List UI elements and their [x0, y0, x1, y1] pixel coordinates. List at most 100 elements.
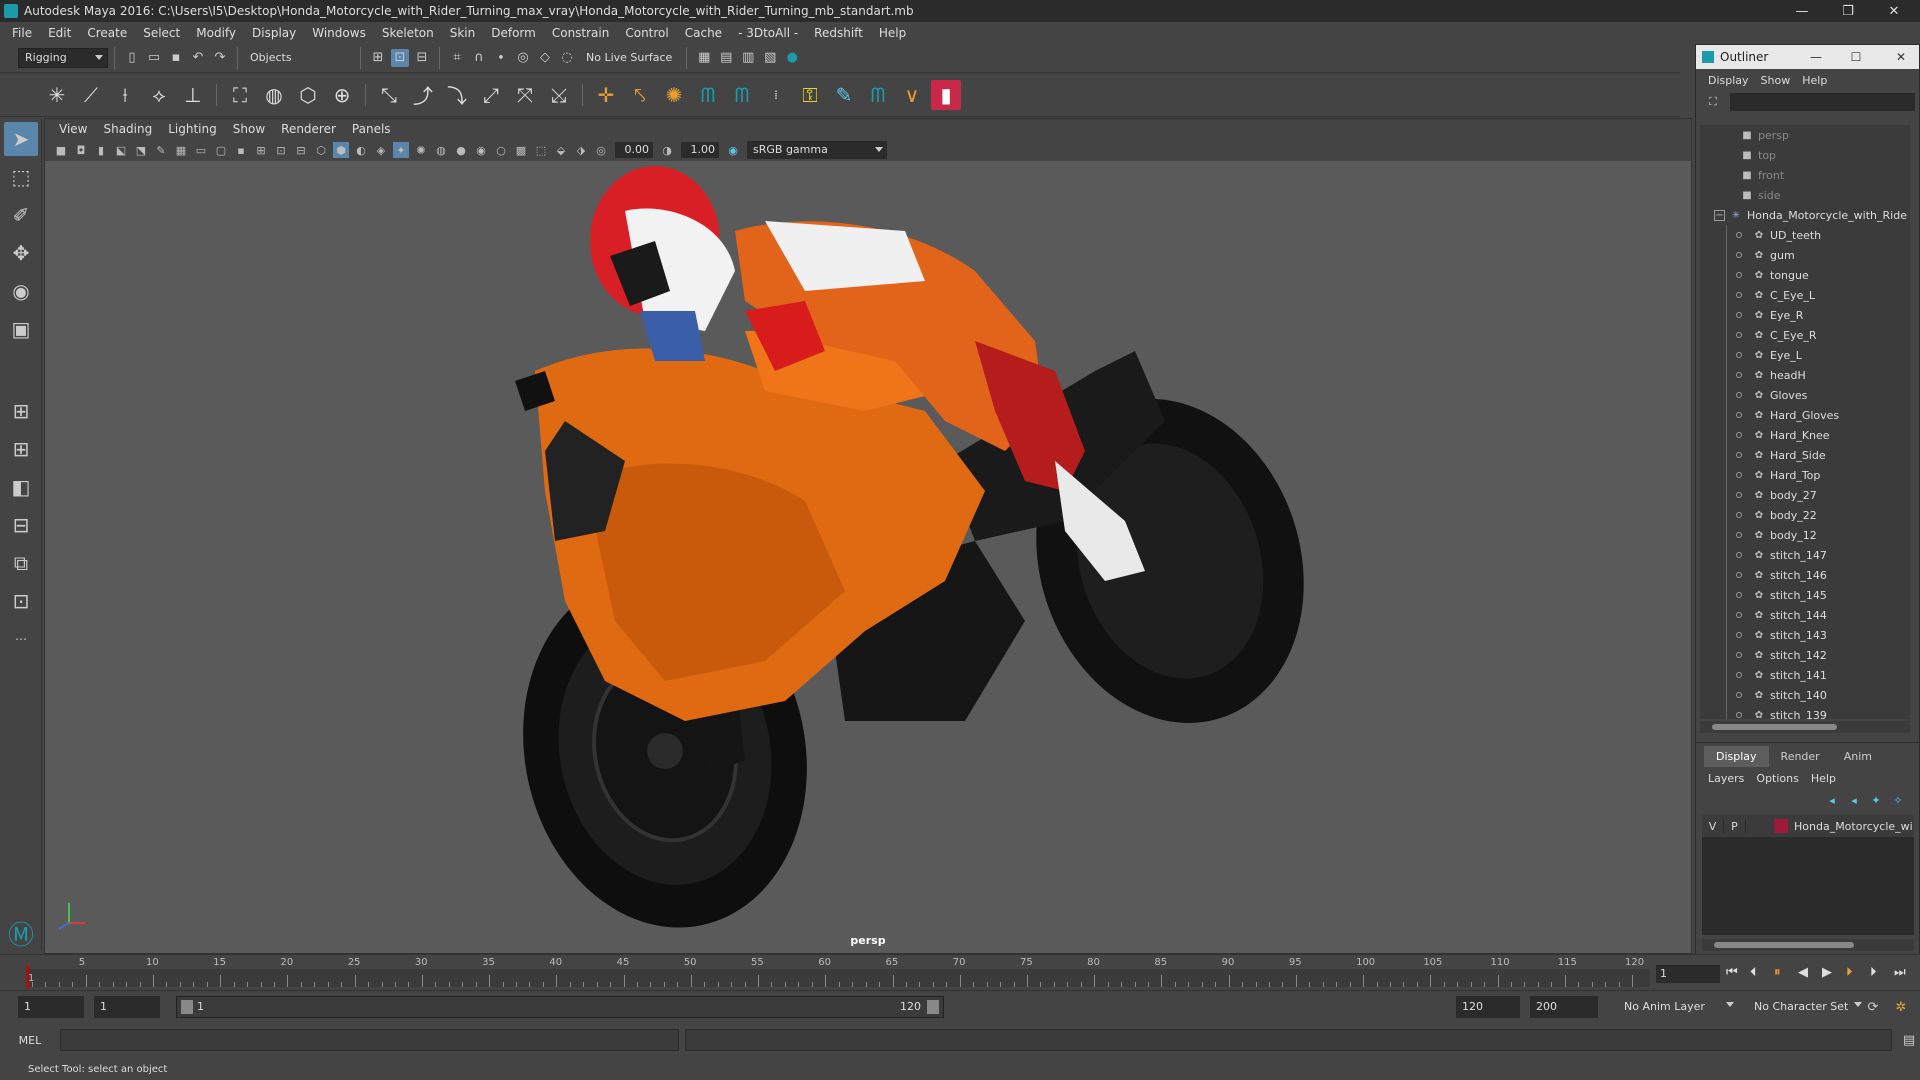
multisample-aa-icon[interactable]: ◉	[473, 142, 489, 158]
ik-spline-icon[interactable]: ⟊	[110, 80, 140, 110]
outliner-item[interactable]: ✿ stitch_139	[1700, 705, 1910, 719]
current-frame-field[interactable]: 1	[1656, 965, 1720, 983]
outliner-item[interactable]: ✿ body_22	[1700, 505, 1910, 525]
collapse-icon[interactable]: −	[1714, 209, 1725, 221]
outliner-horizontal-scrollbar[interactable]	[1700, 721, 1910, 733]
grid-icon[interactable]: ▦	[173, 142, 189, 158]
scrollbar-thumb[interactable]	[1714, 942, 1854, 948]
new-layer-selected-icon[interactable]: ✧	[1889, 791, 1907, 809]
playback-end-field[interactable]: 120	[1456, 996, 1520, 1018]
outliner-item[interactable]: ✿ Hard_Knee	[1700, 425, 1910, 445]
layout-custom-icon[interactable]: ⊡	[4, 584, 38, 618]
outliner-menu-display[interactable]: Display	[1702, 74, 1755, 87]
layer-playback-toggle[interactable]: P	[1724, 819, 1746, 833]
step-back-key-icon[interactable]: ⏴	[1750, 965, 1757, 980]
point-constraint-icon[interactable]: ⤡	[374, 80, 404, 110]
time-ruler[interactable]	[28, 969, 1650, 987]
character-set-dropdown[interactable]: No Character Set	[1748, 996, 1866, 1016]
outliner-item[interactable]: ✿ Hard_Top	[1700, 465, 1910, 485]
gate-mask-icon[interactable]: ▪	[233, 142, 249, 158]
scrollbar-thumb[interactable]	[1712, 724, 1837, 730]
outliner-item[interactable]: ✿ stitch_142	[1700, 645, 1910, 665]
range-start-handle[interactable]	[181, 1000, 193, 1014]
snap-grid-icon[interactable]: ⌗	[448, 49, 466, 67]
close-button[interactable]: ✕	[1872, 0, 1916, 22]
outliner-menu-help[interactable]: Help	[1796, 74, 1833, 87]
mode-dropdown[interactable]: Rigging	[18, 47, 108, 68]
menu-redshift[interactable]: Redshift	[806, 26, 871, 40]
outliner-item[interactable]: ✿ C_Eye_R	[1700, 325, 1910, 345]
menu-display[interactable]: Display	[244, 26, 304, 40]
command-language-toggle[interactable]: MEL	[0, 1034, 60, 1047]
isolate-select-icon[interactable]: ▩	[513, 142, 529, 158]
key-icon[interactable]: ⚿	[795, 80, 825, 110]
menu-constrain[interactable]: Constrain	[544, 26, 618, 40]
safe-title-icon[interactable]: ⊟	[293, 142, 309, 158]
snap-curve-icon[interactable]: ∩	[470, 49, 488, 67]
use-lights-icon[interactable]: ✦	[393, 142, 409, 158]
outliner-item[interactable]: ■ front	[1700, 165, 1910, 185]
selection-mask-dropdown[interactable]: Objects	[244, 47, 354, 68]
menu-skeleton[interactable]: Skeleton	[374, 26, 442, 40]
wireframe-on-shaded-icon[interactable]: ◐	[353, 142, 369, 158]
paint-select-icon[interactable]: ✐	[4, 198, 38, 232]
menu-edit[interactable]: Edit	[40, 26, 79, 40]
outliner-item[interactable]: ✿ stitch_140	[1700, 685, 1910, 705]
layout-persp-outliner-icon[interactable]: ◧	[4, 470, 38, 504]
cluster-icon[interactable]: ⊕	[327, 80, 357, 110]
ik-handle-icon[interactable]: ⟋	[76, 80, 106, 110]
layer-visibility-toggle[interactable]: V	[1702, 819, 1724, 833]
menu-help[interactable]: Help	[871, 26, 914, 40]
select-tool-icon[interactable]: ➤	[4, 122, 38, 156]
layer-color-swatch[interactable]	[1774, 819, 1788, 833]
paint-tool-icon[interactable]: ✎	[829, 80, 859, 110]
outliner-item[interactable]: ✿ body_12	[1700, 525, 1910, 545]
play-forwards-icon[interactable]: ▶	[1822, 965, 1832, 980]
vp-menu-show[interactable]: Show	[225, 122, 273, 136]
menu-3dtoall[interactable]: - 3DtoAll -	[730, 26, 806, 40]
go-to-end-icon[interactable]: ⏭	[1894, 965, 1906, 980]
textured-icon[interactable]: ◈	[373, 142, 389, 158]
lattice-icon[interactable]: ⬡	[293, 80, 323, 110]
layer-menu-options[interactable]: Options	[1750, 772, 1804, 785]
gamma-icon[interactable]: ◑	[659, 142, 675, 158]
outliner-item[interactable]: ■ side	[1700, 185, 1910, 205]
move-layer-up-icon[interactable]: ◂	[1823, 791, 1841, 809]
screen-space-ao-icon[interactable]: ◍	[433, 142, 449, 158]
range-end-handle[interactable]	[927, 1000, 939, 1014]
outliner-item[interactable]: ■ persp	[1700, 125, 1910, 145]
tab-display[interactable]: Display	[1704, 746, 1769, 767]
more-layouts-icon[interactable]: ⋯	[4, 622, 38, 656]
script-editor-icon[interactable]: ▤	[1900, 1031, 1918, 1049]
outliner-item[interactable]: ✿ stitch_141	[1700, 665, 1910, 685]
paint-weights-icon[interactable]: ◍	[259, 80, 289, 110]
gamma-field[interactable]: 1.00	[681, 142, 719, 158]
menu-skin[interactable]: Skin	[442, 26, 484, 40]
menu-file[interactable]: File	[4, 26, 40, 40]
layer-row[interactable]: V P Honda_Motorcycle_wi	[1702, 815, 1914, 837]
vp-menu-renderer[interactable]: Renderer	[273, 122, 344, 136]
menu-cache[interactable]: Cache	[677, 26, 730, 40]
snap-projected-icon[interactable]: ◎	[514, 49, 532, 67]
outliner-item[interactable]: − ✳ Honda_Motorcycle_with_Ride	[1700, 205, 1910, 225]
field-chart-icon[interactable]: ⊞	[253, 142, 269, 158]
redo-icon[interactable]: ↷	[211, 49, 229, 67]
exposure-icon[interactable]: ◎	[593, 142, 609, 158]
menu-create[interactable]: Create	[79, 26, 135, 40]
maximize-button[interactable]: ❐	[1826, 0, 1870, 22]
outliner-item[interactable]: ✿ Hard_Gloves	[1700, 405, 1910, 425]
motion-blur-icon[interactable]: ●	[453, 142, 469, 158]
menu-control[interactable]: Control	[617, 26, 676, 40]
snap-view-plane-icon[interactable]: ◇	[536, 49, 554, 67]
image-plane-icon[interactable]: ⬕	[113, 142, 129, 158]
mirror-joint-icon[interactable]: ⊥	[178, 80, 208, 110]
redshift-icon[interactable]: ▮	[931, 79, 961, 110]
orient-constraint-icon[interactable]: ⤵	[442, 80, 472, 110]
wireframe-icon[interactable]: ⬡	[313, 142, 329, 158]
render-settings-icon[interactable]: ▦	[695, 49, 713, 67]
ipr-render-icon[interactable]: ▥	[739, 49, 757, 67]
select-by-object-icon[interactable]: ⊡	[391, 48, 409, 67]
3dtoall-icon-1[interactable]: ᗰ	[693, 80, 723, 110]
xray-icon[interactable]: ⬚	[533, 142, 549, 158]
new-layer-icon[interactable]: ✦	[1867, 791, 1885, 809]
